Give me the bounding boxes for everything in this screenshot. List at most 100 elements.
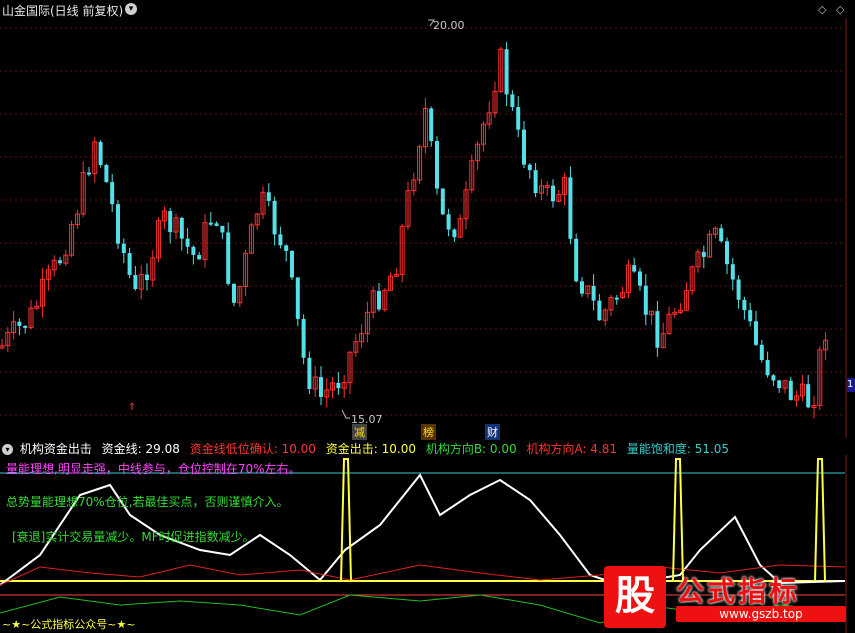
low-marker bbox=[341, 409, 350, 419]
candle-body bbox=[777, 380, 782, 389]
candle-body bbox=[771, 375, 776, 381]
logo-mark: 股 bbox=[604, 566, 666, 628]
indicator-note: 量能理想,明显走强，中线参与，仓位控制在70%左右。 bbox=[6, 462, 301, 476]
chevron-down-icon[interactable]: ▾ bbox=[2, 444, 13, 455]
candle-body bbox=[284, 245, 289, 251]
candle-body bbox=[98, 141, 103, 165]
candle-body bbox=[272, 200, 277, 235]
window-title: 山金国际(日线 前复权) bbox=[2, 4, 124, 18]
candle-body bbox=[23, 325, 28, 328]
candle-body bbox=[319, 377, 323, 397]
candle-body bbox=[446, 214, 451, 230]
candle-body bbox=[516, 107, 521, 130]
candle-body bbox=[17, 321, 22, 326]
candle-body bbox=[632, 265, 637, 272]
candle-body bbox=[179, 217, 184, 239]
tag-cai[interactable]: 财 bbox=[485, 424, 500, 440]
candle-body bbox=[336, 382, 341, 389]
candle-body bbox=[197, 254, 202, 260]
candle-body bbox=[574, 238, 579, 282]
candle-body bbox=[295, 277, 300, 319]
indicator-note: 总势量能理想70%仓位,若最佳买点，否则谨慎介入。 bbox=[6, 495, 289, 509]
fund-strike-spike bbox=[814, 458, 826, 582]
candle-body bbox=[759, 344, 764, 360]
chevron-down-icon[interactable]: ▾ bbox=[125, 3, 137, 15]
candle-body bbox=[133, 274, 138, 290]
candle-body bbox=[220, 225, 225, 233]
indicator-item: 资金线: 29.08 bbox=[101, 442, 180, 456]
candle-body bbox=[533, 170, 538, 194]
indicator-note: [衰退]实计交易量减少。MF时促进指数减少。 bbox=[12, 530, 255, 544]
diamond-icon[interactable]: ◇ bbox=[818, 3, 826, 16]
candle-body bbox=[58, 260, 62, 264]
candle-body bbox=[510, 94, 515, 108]
candle-body bbox=[736, 279, 741, 300]
candle-body bbox=[551, 185, 555, 202]
candle-body bbox=[104, 164, 109, 183]
candle-body bbox=[614, 297, 619, 300]
indicator-item: 资金出击: 10.00 bbox=[325, 442, 416, 456]
candle-body bbox=[440, 188, 445, 215]
candle-body bbox=[452, 229, 457, 238]
candle-body bbox=[765, 359, 770, 376]
candle-body bbox=[655, 311, 660, 348]
candle-body bbox=[643, 285, 648, 315]
candle-body bbox=[742, 299, 747, 311]
candle-body bbox=[748, 310, 753, 322]
indicator-name: 机构资金出击 bbox=[19, 442, 92, 456]
candle-body bbox=[522, 129, 526, 165]
candle-body bbox=[121, 243, 126, 254]
candlestick-chart[interactable]: ⇑ bbox=[0, 18, 855, 438]
watermark-logo: 股 公式指标 www.gszb.top bbox=[604, 566, 855, 628]
fund-strike-spike bbox=[672, 458, 684, 582]
candle-body bbox=[127, 253, 132, 275]
candle-body bbox=[232, 283, 236, 303]
logo-text: 公式指标 bbox=[676, 575, 801, 608]
candle-body bbox=[214, 223, 219, 226]
candle-body bbox=[754, 321, 758, 345]
candle-body bbox=[725, 241, 729, 265]
candle-body bbox=[278, 234, 283, 246]
candle-body bbox=[435, 141, 439, 189]
candle-body bbox=[110, 182, 115, 205]
candle-body bbox=[116, 204, 120, 244]
candle-body bbox=[701, 251, 706, 257]
candle-body bbox=[377, 290, 381, 310]
logo-url: www.gszb.top bbox=[676, 606, 846, 622]
fund-strike-spike bbox=[340, 458, 352, 582]
candle-body bbox=[208, 222, 213, 225]
indicator-item: 机构方向A: 4.81 bbox=[526, 442, 618, 456]
candle-body bbox=[168, 211, 173, 233]
candle-body bbox=[226, 232, 231, 284]
tag-jian[interactable]: 减 bbox=[352, 424, 367, 440]
up-arrow-icon: ⇑ bbox=[128, 402, 136, 413]
candle-body bbox=[719, 228, 724, 242]
candle-body bbox=[527, 164, 532, 171]
candle-body bbox=[266, 192, 271, 201]
candle-body bbox=[429, 108, 434, 142]
candle-body bbox=[290, 250, 294, 278]
indicator-item: 机构方向B: 0.00 bbox=[425, 442, 517, 456]
right-axis-badge: 1 bbox=[847, 378, 855, 392]
candle-body bbox=[597, 300, 602, 321]
candle-body bbox=[591, 285, 596, 301]
indicator-item: 量能饱和度: 51.05 bbox=[626, 442, 730, 456]
candle-body bbox=[145, 274, 149, 281]
candle-body bbox=[806, 384, 811, 408]
candle-body bbox=[580, 281, 584, 294]
candle-body bbox=[191, 246, 196, 255]
candle-body bbox=[307, 357, 312, 389]
diamond-icon-2[interactable]: ◇ bbox=[836, 3, 844, 16]
footer-text: ~★~公式指标公众号~★~ bbox=[2, 618, 136, 631]
candle-body bbox=[568, 177, 573, 239]
candle-body bbox=[730, 264, 735, 280]
tag-bang[interactable]: 榜 bbox=[421, 424, 436, 440]
candle-body bbox=[638, 271, 642, 286]
high-price-label: 20.00 bbox=[433, 19, 465, 32]
candle-body bbox=[301, 318, 306, 358]
title-bar: 山金国际(日线 前复权) ▾ ◇ ◇ bbox=[0, 0, 855, 20]
candle-body bbox=[87, 172, 91, 175]
indicator-item: 资金线低位确认: 10.00 bbox=[189, 442, 316, 456]
candle-body bbox=[504, 49, 509, 95]
candle-body bbox=[185, 238, 190, 247]
